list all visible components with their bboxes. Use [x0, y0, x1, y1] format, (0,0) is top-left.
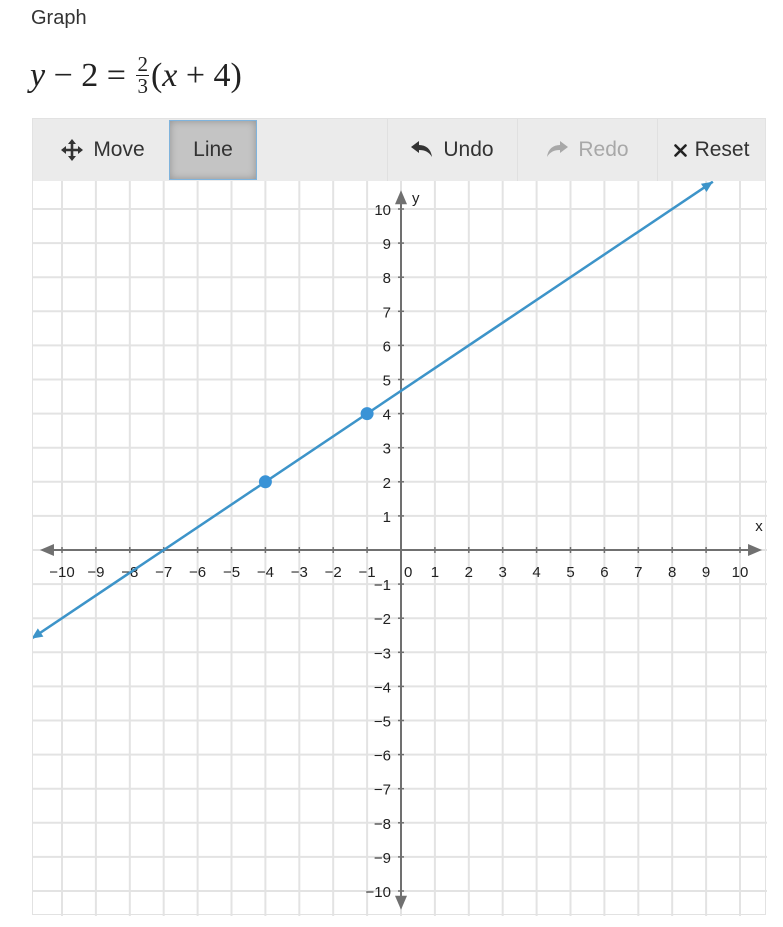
x-tick-label: 10 [732, 564, 749, 581]
x-tick-label: 0 [404, 564, 412, 581]
reset-label: Reset [694, 138, 750, 161]
undo-button[interactable]: Undo [387, 119, 517, 181]
y-tick-label: −2 [374, 611, 391, 628]
y-tick-label: −7 [374, 782, 391, 799]
x-axis-right-arrow-icon [748, 544, 763, 556]
x-tick-label: 6 [600, 564, 608, 581]
x-tick-label: −5 [223, 564, 240, 581]
equation-fraction: 23 [136, 54, 149, 97]
undo-arrow-icon [411, 141, 433, 159]
redo-label: Redo [578, 138, 629, 161]
x-tick-label: 1 [431, 564, 439, 581]
move-tool-button[interactable]: Move [33, 119, 169, 181]
y-tick-label: 7 [383, 304, 391, 321]
y-axis-down-arrow-icon [395, 895, 407, 910]
reset-button[interactable]: Reset [657, 119, 765, 181]
x-tick-label: −3 [291, 564, 308, 581]
y-tick-label: 9 [383, 236, 391, 253]
y-tick-label: −10 [366, 884, 391, 901]
graph-toolbar: Move Line Undo Redo Reset [33, 119, 765, 181]
x-tick-label: 2 [465, 564, 473, 581]
y-tick-label: 8 [383, 270, 391, 287]
close-x-icon [673, 143, 687, 157]
equation-lhs-rest: − 2 = [45, 56, 135, 94]
line-control-point[interactable] [360, 407, 374, 421]
move-arrows-icon [61, 139, 84, 161]
y-tick-label: −4 [374, 679, 391, 696]
x-tick-label: −9 [87, 564, 104, 581]
y-tick-label: −1 [374, 577, 391, 594]
section-heading: Graph [31, 7, 87, 29]
equation: y − 2 = 2 3(x + 4) [30, 54, 242, 97]
x-tick-label: 7 [634, 564, 642, 581]
y-tick-label: −9 [374, 850, 391, 867]
y-tick-label: 10 [374, 202, 391, 219]
equation-rhs-var: x [162, 56, 178, 94]
x-tick-label: 4 [532, 564, 540, 581]
y-tick-label: 6 [383, 338, 391, 355]
y-tick-label: −3 [374, 645, 391, 662]
line-end-arrow-icon [700, 181, 713, 192]
redo-arrow-icon [546, 141, 569, 159]
fraction-denominator: 3 [137, 74, 148, 98]
undo-label: Undo [443, 138, 494, 161]
redo-button[interactable]: Redo [517, 119, 657, 181]
y-tick-label: 3 [383, 441, 391, 458]
y-tick-label: −5 [374, 714, 391, 731]
y-tick-label: 5 [383, 373, 391, 390]
equation-paren-open: ( [150, 56, 163, 94]
line-tool-label: Line [193, 138, 233, 161]
x-tick-label: 9 [702, 564, 710, 581]
fraction-numerator: 2 [136, 52, 149, 76]
x-tick-label: 5 [566, 564, 574, 581]
x-tick-label: −6 [189, 564, 206, 581]
x-axis-label: x [755, 518, 763, 535]
y-tick-label: 1 [383, 509, 391, 526]
x-tick-label: 3 [499, 564, 507, 581]
equation-lhs-var: y [30, 56, 46, 94]
y-axis-up-arrow-icon [395, 190, 407, 205]
x-tick-label: −4 [257, 564, 274, 581]
x-tick-label: −2 [325, 564, 342, 581]
line-tool-button[interactable]: Line [169, 120, 257, 180]
move-tool-label: Move [93, 138, 145, 161]
y-tick-label: 2 [383, 475, 391, 492]
y-tick-label: −8 [374, 816, 391, 833]
x-tick-label: −10 [49, 564, 74, 581]
y-tick-label: 4 [383, 407, 391, 424]
line-start-arrow-icon [33, 628, 44, 639]
x-tick-label: −7 [155, 564, 172, 581]
graph-plot[interactable]: −10−9−8−7−6−5−4−3−2−1012345678910−10−9−8… [33, 119, 767, 916]
x-axis-left-arrow-icon [39, 544, 54, 556]
graphing-widget: −10−9−8−7−6−5−4−3−2−1012345678910−10−9−8… [32, 118, 767, 916]
y-tick-label: −6 [374, 748, 391, 765]
x-tick-label: 8 [668, 564, 676, 581]
line-control-point[interactable] [258, 475, 272, 489]
equation-rhs-rest: + 4) [177, 56, 242, 94]
y-axis-label: y [412, 190, 420, 207]
